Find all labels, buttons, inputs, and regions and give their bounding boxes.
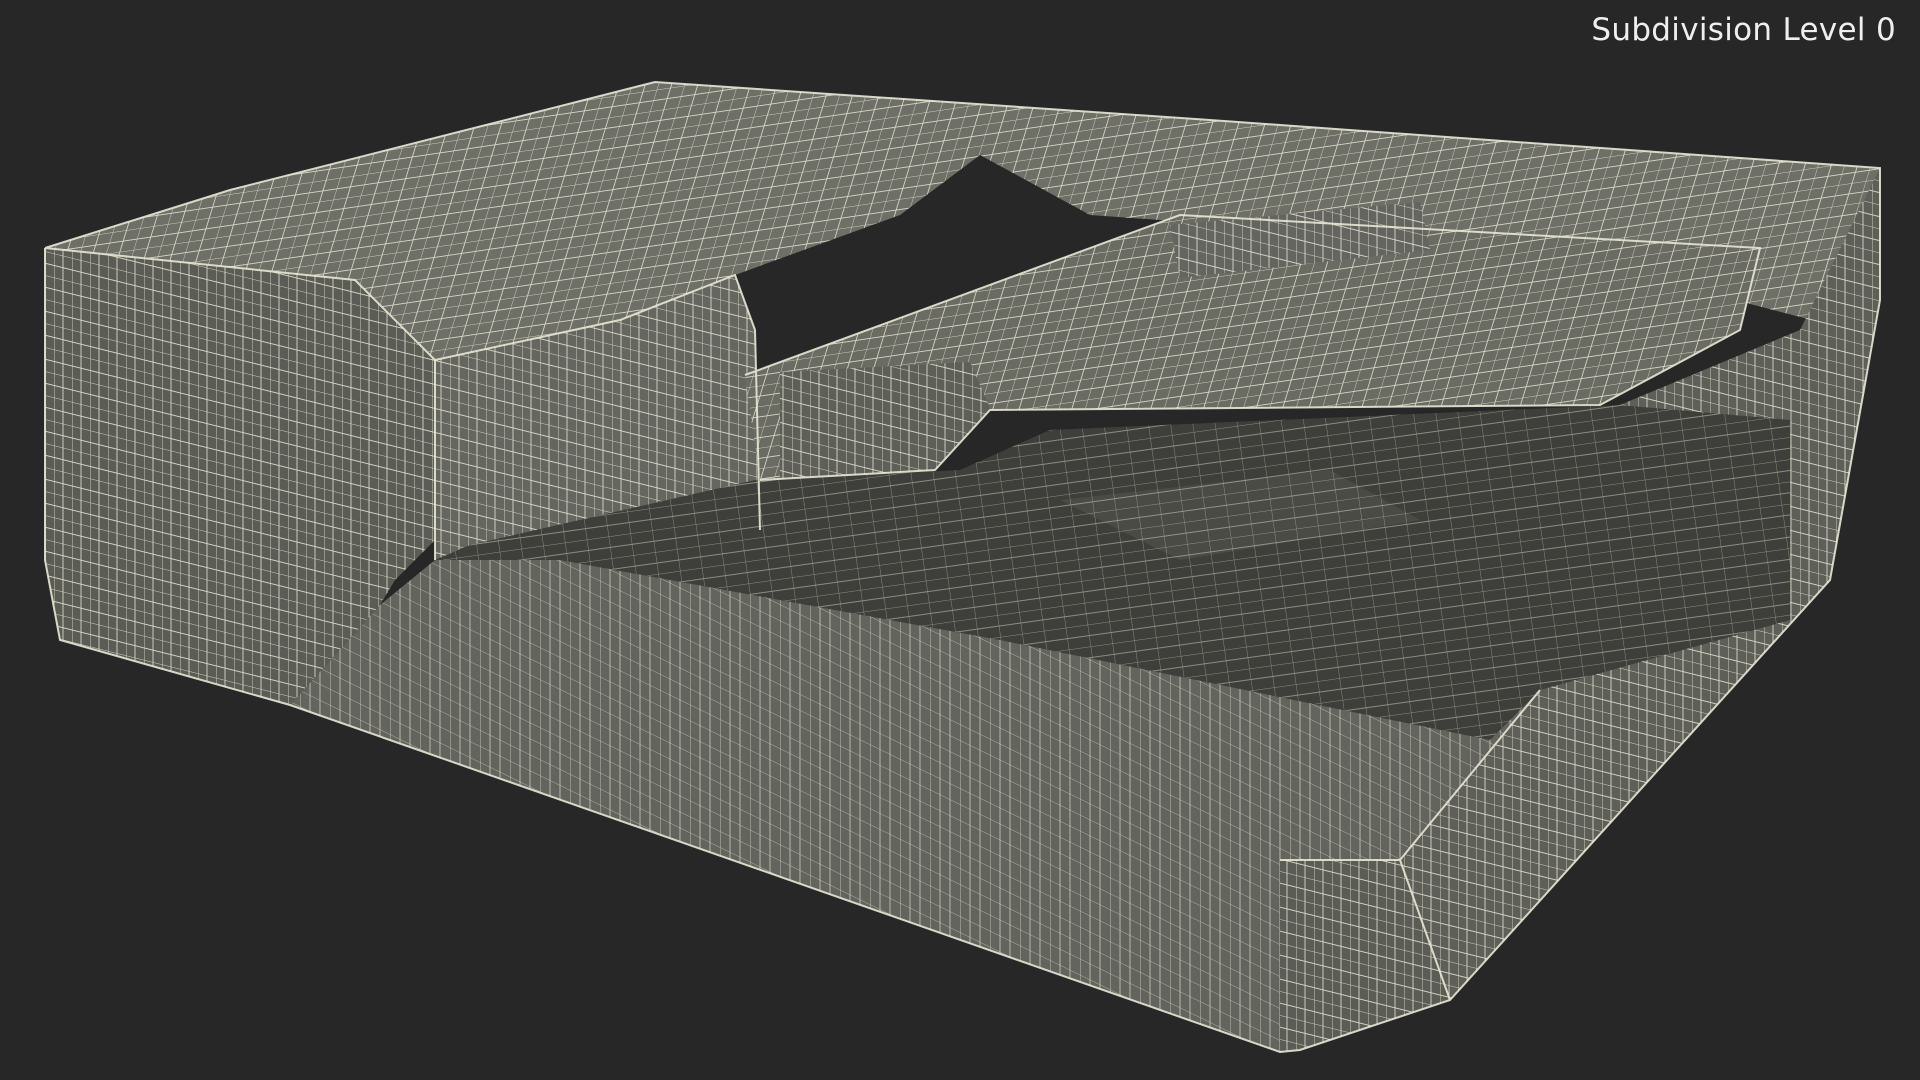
viewport: Subdivision Level 0 — [0, 0, 1920, 1080]
subdivision-level-label: Subdivision Level 0 — [1591, 12, 1896, 48]
model-render — [44, 80, 1881, 1054]
